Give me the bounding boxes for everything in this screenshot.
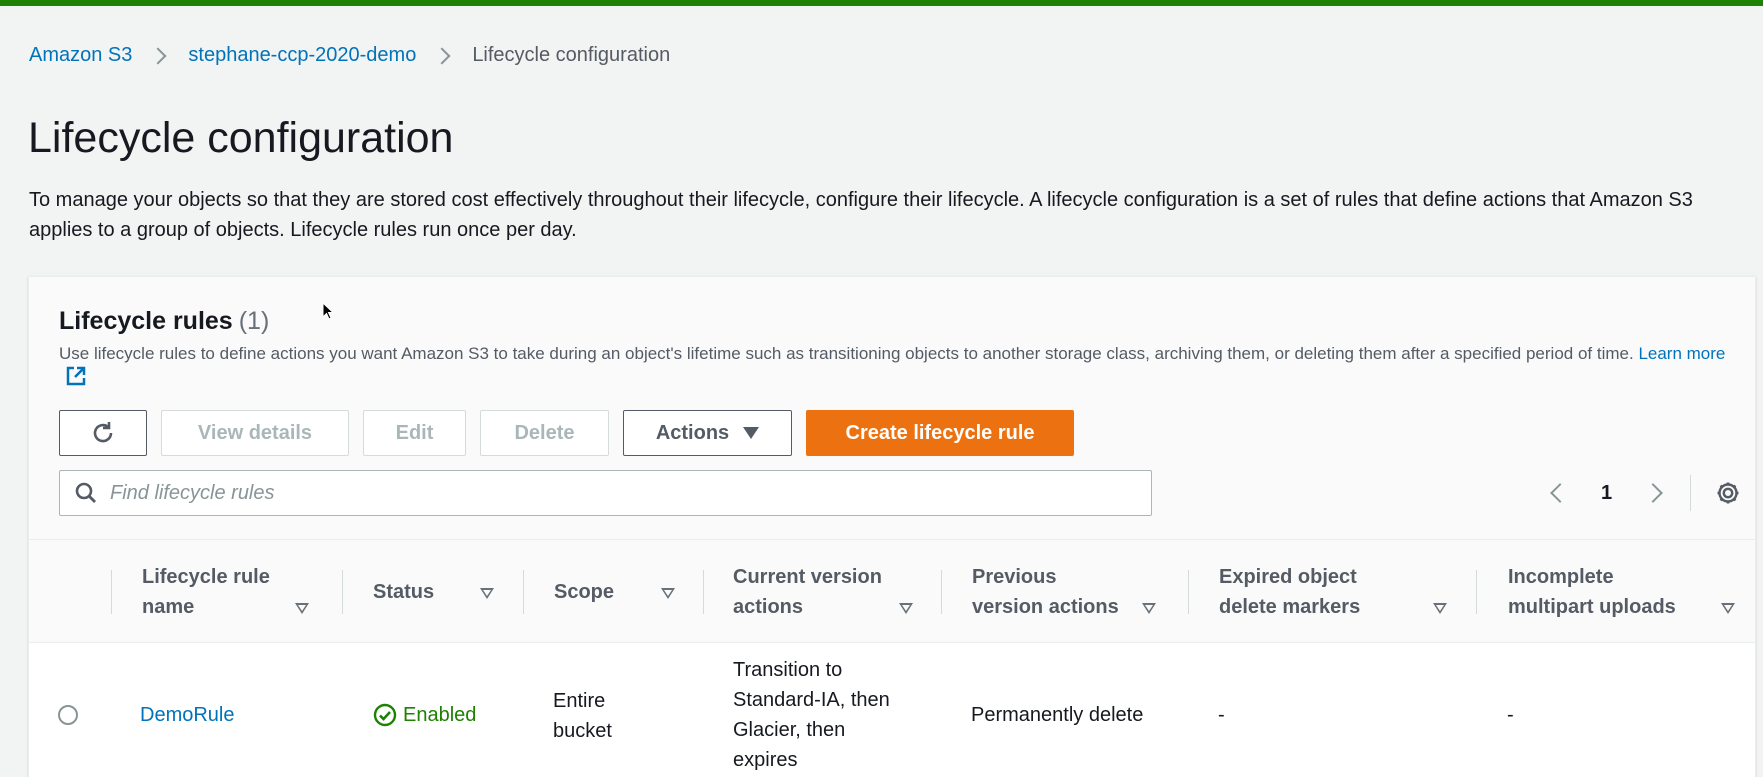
breadcrumb-bucket[interactable]: stephane-ccp-2020-demo <box>188 44 416 67</box>
column-divider <box>111 570 112 614</box>
column-header-current-version-actions[interactable]: Current version actions <box>733 562 913 622</box>
previous-version-actions-cell: Permanently delete <box>971 704 1144 726</box>
refresh-icon <box>93 422 113 443</box>
column-header-rule-name[interactable]: Lifecycle rule name <box>142 562 309 622</box>
status-badge: Enabled <box>373 700 476 730</box>
column-label-line: Current version <box>733 566 882 588</box>
current-actions-line: Standard-IA, then <box>733 689 890 711</box>
search-input[interactable] <box>110 481 1090 505</box>
top-status-bar <box>0 0 1763 6</box>
column-label: Current version actions <box>733 562 882 622</box>
rule-count: (1) <box>238 307 270 335</box>
column-label: Expired object delete markers <box>1219 562 1360 622</box>
previous-page-icon[interactable] <box>1550 483 1570 503</box>
scope-line: Entire <box>553 690 606 712</box>
external-link-icon <box>66 366 86 386</box>
actions-label: Actions <box>655 421 730 444</box>
column-label-line: Previous <box>972 566 1057 588</box>
incomplete-multipart-uploads-cell: - <box>1507 704 1514 726</box>
column-label-line: actions <box>733 596 804 618</box>
refresh-button[interactable] <box>59 410 147 456</box>
current-actions-line: Transition to <box>733 659 843 681</box>
current-actions-line: Glacier, then <box>733 719 846 741</box>
chevron-right-icon <box>149 47 167 64</box>
column-label-line: multipart uploads <box>1508 596 1676 618</box>
panel-title-label: Lifecycle rules <box>59 307 233 335</box>
next-page-icon[interactable] <box>1643 483 1664 503</box>
column-label-line: delete markers <box>1219 596 1361 618</box>
panel-description-text: Use lifecycle rules to define actions yo… <box>59 344 1634 363</box>
divider <box>1690 475 1692 511</box>
column-divider <box>342 570 343 614</box>
page-number[interactable]: 1 <box>1601 482 1612 505</box>
edit-button[interactable]: Edit <box>363 410 466 456</box>
sort-icon <box>899 603 913 614</box>
column-header-scope[interactable]: Scope <box>554 562 675 622</box>
column-divider <box>1476 570 1477 614</box>
column-label-line: version actions <box>972 596 1119 618</box>
search-icon <box>75 482 96 503</box>
search-box <box>59 470 1152 516</box>
column-divider <box>523 570 524 614</box>
row-select-radio[interactable] <box>58 705 78 725</box>
view-details-button[interactable]: View details <box>161 410 349 456</box>
lifecycle-rules-panel: Lifecycle rules (1) Use lifecycle rules t… <box>28 276 1756 777</box>
column-label-line: Lifecycle rule <box>142 566 270 588</box>
column-label: Scope <box>554 581 615 603</box>
caret-down-icon <box>743 427 760 439</box>
sort-icon <box>295 603 309 614</box>
table-row: DemoRule Enabled Entire bucket Transition… <box>29 643 1755 777</box>
breadcrumb-current: Lifecycle configuration <box>472 44 671 66</box>
column-divider <box>941 570 942 614</box>
sort-icon <box>661 588 675 599</box>
learn-more-label: Learn more <box>1638 344 1726 363</box>
sort-icon <box>480 588 494 599</box>
column-header-status[interactable]: Status <box>373 562 494 622</box>
delete-button[interactable]: Delete <box>480 410 609 456</box>
sort-icon <box>1721 603 1735 614</box>
breadcrumb: Amazon S3 stephane-ccp-2020-demo Lifecyc… <box>29 44 670 67</box>
column-label-line: Incomplete <box>1508 566 1614 588</box>
sort-icon <box>1142 603 1156 614</box>
gear-icon[interactable] <box>1715 480 1741 506</box>
column-header-previous-version-actions[interactable]: Previous version actions <box>972 562 1156 622</box>
table-header: Lifecycle rule name Status Scope Current … <box>29 539 1755 643</box>
column-divider <box>1188 570 1189 614</box>
panel-description: Use lifecycle rules to define actions yo… <box>59 343 1739 389</box>
panel-title: Lifecycle rules (1) <box>59 307 269 336</box>
column-label: Previous version actions <box>972 562 1119 622</box>
scope-line: bucket <box>553 720 612 742</box>
toolbar: View details Edit Delete Actions Create … <box>59 410 1074 456</box>
column-divider <box>703 570 704 614</box>
column-label: Lifecycle rule name <box>142 562 270 622</box>
status-text: Enabled <box>403 704 477 726</box>
pagination: 1 <box>1539 470 1741 516</box>
breadcrumb-amazon-s3[interactable]: Amazon S3 <box>29 44 132 67</box>
current-version-actions-cell: Transition to Standard-IA, then Glacier, t… <box>733 655 890 775</box>
mouse-cursor-icon <box>322 302 334 320</box>
check-circle-icon <box>373 703 397 727</box>
chevron-right-icon <box>433 47 451 64</box>
sort-icon <box>1433 603 1447 614</box>
current-actions-line: expires <box>733 749 798 771</box>
column-header-expired-delete-markers[interactable]: Expired object delete markers <box>1219 562 1447 622</box>
create-lifecycle-rule-button[interactable]: Create lifecycle rule <box>806 410 1074 456</box>
page-title: Lifecycle configuration <box>28 114 454 162</box>
scope-cell: Entire bucket <box>553 686 612 746</box>
page-description: To manage your objects so that they are … <box>29 189 1693 241</box>
expired-delete-markers-cell: - <box>1218 704 1225 726</box>
column-label: Status <box>373 581 435 603</box>
column-header-incomplete-multipart-uploads[interactable]: Incomplete multipart uploads <box>1508 562 1735 622</box>
column-label-line: name <box>142 596 195 618</box>
column-label: Incomplete multipart uploads <box>1508 562 1676 622</box>
actions-dropdown-button[interactable]: Actions <box>623 410 792 456</box>
column-label-line: Expired object <box>1219 566 1357 588</box>
rule-name-link[interactable]: DemoRule <box>140 700 234 730</box>
